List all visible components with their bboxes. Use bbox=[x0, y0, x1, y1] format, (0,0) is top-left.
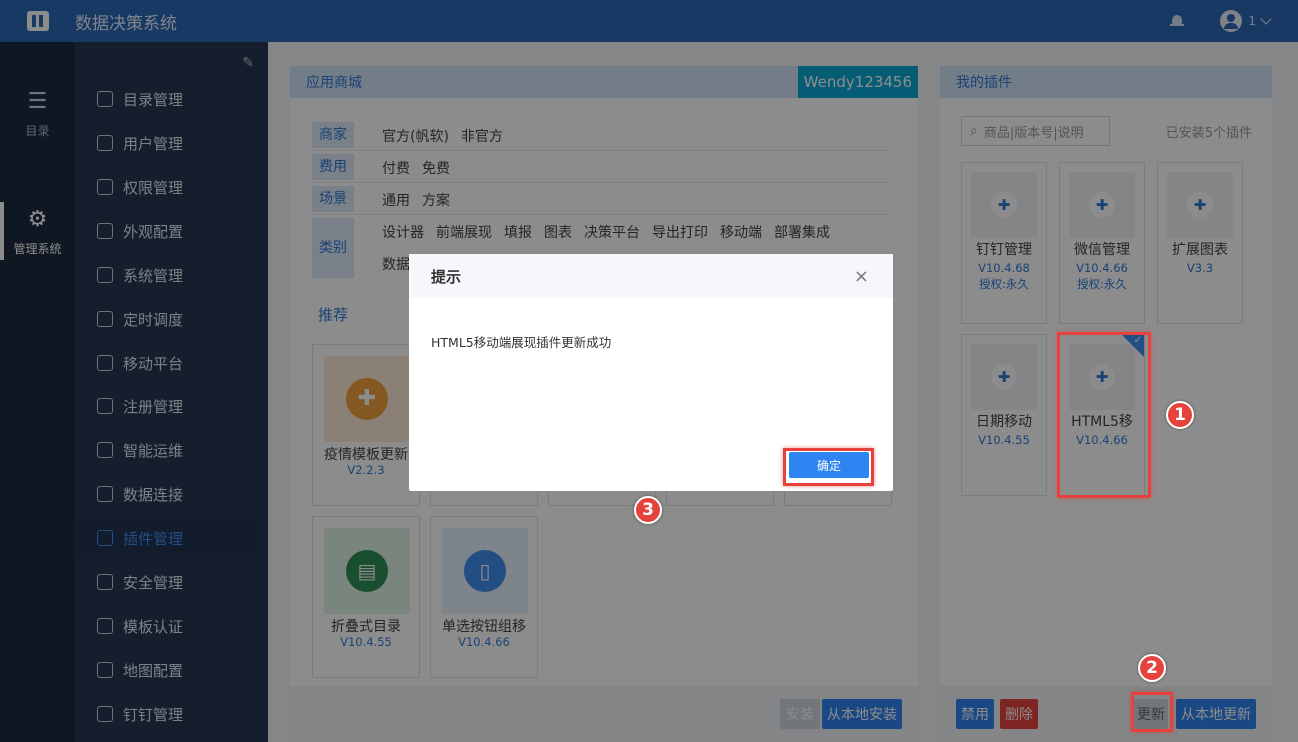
close-icon[interactable]: × bbox=[854, 266, 869, 287]
highlight-update-button bbox=[1131, 692, 1173, 732]
dialog-header: 提示 × bbox=[409, 254, 893, 298]
step-marker-3: 3 bbox=[634, 496, 662, 524]
highlight-confirm-button bbox=[783, 448, 874, 486]
step-marker-2: 2 bbox=[1138, 654, 1166, 682]
dialog-message: HTML5移动端展现插件更新成功 bbox=[431, 335, 612, 350]
step-marker-1: 1 bbox=[1166, 401, 1194, 429]
dialog-title: 提示 bbox=[431, 267, 462, 286]
highlight-plugin-card bbox=[1057, 332, 1151, 498]
